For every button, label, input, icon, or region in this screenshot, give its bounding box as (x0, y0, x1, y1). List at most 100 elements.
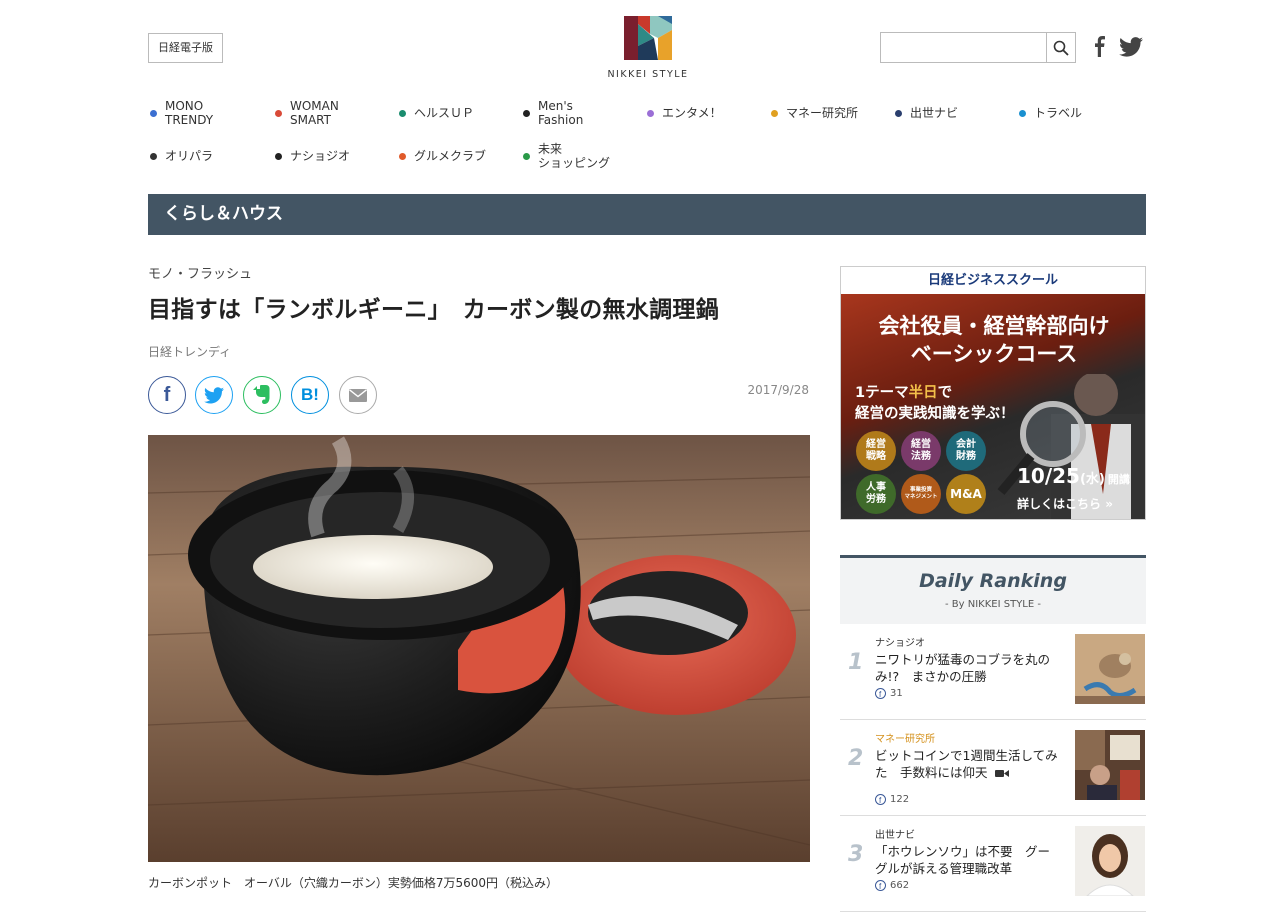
rank-headline: 「ホウレンソウ」は不要 グーグルが訴える管理職改革 (875, 844, 1051, 876)
nav-item-natgeo[interactable]: ナショジオ (275, 149, 350, 163)
search-button[interactable] (1046, 32, 1076, 63)
facebook-count-icon: f (875, 688, 886, 699)
nav-label: ナショジオ (290, 149, 351, 163)
rank-count-value: 31 (890, 688, 903, 699)
nav-item-woman-smart[interactable]: WOMAN SMART (275, 99, 339, 127)
chicken-cobra-image (1075, 634, 1145, 704)
article-category[interactable]: モノ・フラッシュ (148, 263, 252, 282)
nav-item-gourmet[interactable]: グルメクラブ (399, 149, 486, 163)
rank-number: 3 (848, 842, 864, 867)
nav-dot (647, 109, 654, 117)
article-hero-image (148, 435, 810, 862)
nav-label: 出世ナビ (910, 106, 959, 120)
article-date: 2017/9/28 (747, 383, 809, 397)
ad-date-dow: (水) (1079, 472, 1105, 487)
ad-sub-part: で (937, 385, 953, 401)
rank-number: 1 (848, 650, 864, 675)
digital-edition-button[interactable]: 日経電子版 (148, 33, 223, 63)
nav-item-oripara[interactable]: オリパラ (150, 149, 213, 163)
rank-headline: ビットコインで1週間生活してみた 手数料には仰天 (875, 747, 1060, 781)
nav-item-travel[interactable]: トラベル (1019, 106, 1082, 120)
facebook-share-icon: f (163, 383, 171, 406)
nav-dot (275, 109, 282, 117)
nav-item-mirai-shopping[interactable]: 未来 ショッピング (523, 142, 610, 170)
ad-subtitle-line2: 経営の実践知識を学ぶ！ (855, 406, 1015, 422)
share-hatena-button[interactable]: B! (291, 376, 329, 414)
nav-label: トラベル (1034, 106, 1083, 120)
nav-dot (399, 109, 406, 117)
ad-details-label: 詳しくはこちら (1017, 497, 1102, 511)
facebook-count-icon: f (875, 880, 886, 891)
rank-category: ナショジオ (875, 638, 925, 649)
nav-dot (150, 109, 157, 117)
ad-title-line1: 会社役員・経営幹部向け (878, 314, 1110, 338)
ranking-byline: - By NIKKEI STYLE - (945, 599, 1041, 610)
twitter-share-icon (204, 386, 224, 403)
section-title-bar[interactable]: くらし＆ハウス (148, 194, 1146, 235)
nav-label: グルメクラブ (414, 149, 487, 163)
video-camera-icon (994, 770, 1009, 777)
logo-mark-icon (624, 16, 672, 60)
nav-label: Men's Fashion (538, 99, 584, 127)
rank-number: 2 (848, 746, 864, 771)
ranking-item[interactable]: 1 ナショジオ ニワトリが猛毒のコブラを丸のみ!? まさかの圧勝 f 31 (840, 624, 1146, 720)
ranking-item[interactable]: 2 マネー研究所 ビットコインで1週間生活してみた 手数料には仰天 f 122 (840, 720, 1146, 816)
image-caption: カーボンポット オーバル（穴織カーボン）実勢価格7万5600円（税込み） (148, 876, 559, 890)
share-facebook-button[interactable]: f (148, 376, 186, 414)
ad-subtitle-line1: 1テーマ半日で (855, 381, 952, 402)
rank-category: マネー研究所 (875, 734, 935, 745)
ranking-title: Daily Ranking (919, 570, 1067, 592)
ad-details-link[interactable]: 詳しくはこちら » (1017, 495, 1113, 512)
nav-item-health-up[interactable]: ヘルスＵＰ (399, 106, 474, 120)
ad-date-value: 10/25 (1017, 464, 1080, 488)
carbon-pot-photo (148, 435, 810, 862)
nav-item-mono-trendy[interactable]: MONO TRENDY (150, 99, 213, 127)
rank-thumbnail (1075, 634, 1145, 704)
nav-item-entame[interactable]: エンタメ！ (647, 106, 722, 120)
nav-item-money[interactable]: マネー研究所 (771, 106, 858, 120)
nav-dot (895, 109, 902, 117)
nikkei-style-logo[interactable]: NIKKEI STYLE (598, 16, 698, 80)
facebook-icon[interactable] (1093, 35, 1105, 57)
nav-dot (150, 152, 157, 160)
woman-portrait-image (1075, 826, 1145, 896)
nav-dot (275, 152, 282, 160)
nav-dot (1019, 109, 1026, 117)
nav-item-shusse-navi[interactable]: 出世ナビ (895, 106, 958, 120)
nav-label: 未来 ショッピング (538, 142, 611, 170)
ad-topic-legal: 経営 法務 (901, 431, 941, 471)
share-mail-button[interactable] (339, 376, 377, 414)
mail-icon (349, 388, 367, 402)
daily-ranking: Daily Ranking - By NIKKEI STYLE - 1 ナショジ… (840, 555, 1146, 919)
search-icon (1053, 40, 1069, 56)
nav-label: ヘルスＵＰ (414, 106, 475, 120)
svg-text:f: f (879, 796, 882, 805)
double-chevron-icon: » (1101, 497, 1113, 511)
hatena-bookmark-icon: B! (301, 385, 319, 404)
ad-topic-investment: 事業投資 マネジメント (901, 474, 941, 514)
share-twitter-button[interactable] (195, 376, 233, 414)
rank-category: 出世ナビ (875, 830, 915, 841)
twitter-icon[interactable] (1119, 37, 1143, 57)
nikkei-business-school-ad[interactable]: 日経ビジネススクール 会社役員・経営幹部向け ベーシックコース 1テーマ半日で … (840, 266, 1146, 520)
nav-label: MONO TRENDY (165, 99, 214, 127)
nav-dot (399, 152, 406, 160)
ad-topic-strategy: 経営 戦略 (856, 431, 896, 471)
logo-text: NIKKEI STYLE (607, 69, 689, 80)
ad-topic-finance: 会計 財務 (946, 431, 986, 471)
rank-headline: ニワトリが猛毒のコブラを丸のみ!? まさかの圧勝 (875, 652, 1051, 684)
search-input[interactable] (880, 32, 1046, 63)
nav-dot (523, 152, 530, 160)
nav-dot (771, 109, 778, 117)
nav-item-mens-fashion[interactable]: Men's Fashion (523, 99, 583, 127)
share-evernote-button[interactable] (243, 376, 281, 414)
ad-sub-part: 1テーマ (855, 385, 909, 401)
nav-label: WOMAN SMART (290, 99, 339, 127)
ranking-item[interactable]: 3 出世ナビ 「ホウレンソウ」は不要 グーグルが訴える管理職改革 f 662 (840, 816, 1146, 912)
ad-sub-highlight: 半日 (908, 385, 938, 401)
facebook-count-icon: f (875, 794, 886, 805)
ad-topic-ma: M&A (946, 474, 986, 514)
rank-count-value: 122 (890, 794, 910, 805)
article-source[interactable]: 日経トレンディ (148, 343, 231, 360)
article-title: 目指すは「ランボルギーニ」 カーボン製の無水調理鍋 (148, 297, 719, 323)
